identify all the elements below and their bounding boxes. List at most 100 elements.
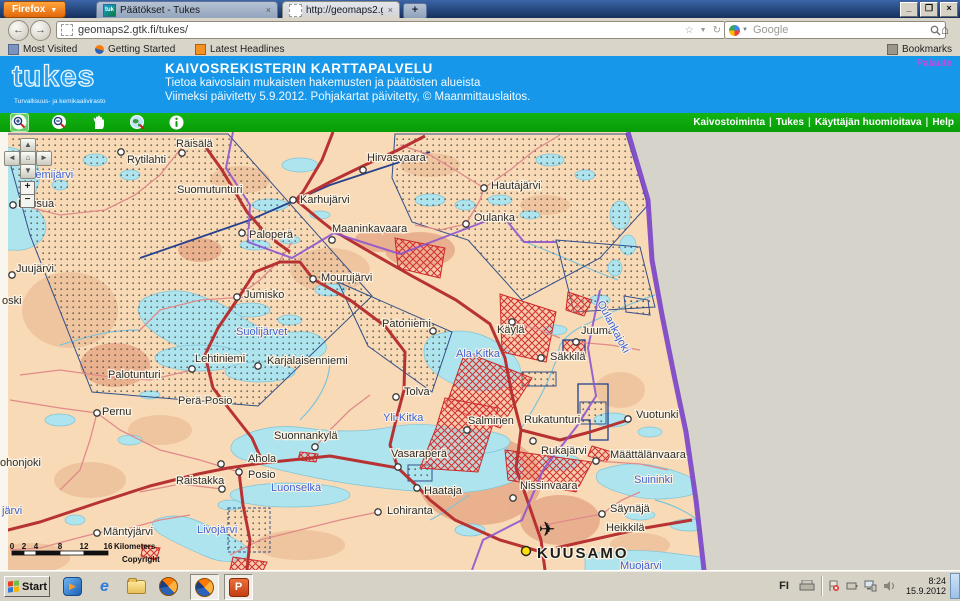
- close-tab-icon[interactable]: ×: [266, 5, 271, 15]
- map-label: KUUSAMO: [537, 545, 629, 562]
- toolbar-link-help[interactable]: Help: [932, 117, 954, 128]
- map-zoom-in-button[interactable]: +: [20, 181, 35, 195]
- action-center-flag-icon[interactable]: [828, 580, 840, 592]
- bookmark-most-visited[interactable]: Most Visited: [8, 43, 77, 55]
- map-label: Juujärvi: [16, 263, 54, 275]
- map-label: Mäntyjärvi: [103, 526, 153, 538]
- scalebar-tick-label: 16: [104, 542, 113, 551]
- pan-left-button[interactable]: ◄: [4, 151, 20, 166]
- internet-explorer-icon[interactable]: e: [94, 576, 115, 597]
- tray-separator: [821, 576, 822, 596]
- bookmark-star-icon[interactable]: ☆: [685, 25, 694, 36]
- map-label: Nissinvaara: [520, 480, 578, 492]
- map-label: Jumisko: [244, 289, 284, 301]
- zoom-in-tool-icon[interactable]: [10, 113, 29, 132]
- url-bar[interactable]: geomaps2.gtk.fi/tukes/ ☆ ▼ ↻: [56, 21, 726, 39]
- browser-navbar: ← → geomaps2.gtk.fi/tukes/ ☆ ▼ ↻ ▼ Googl…: [0, 18, 960, 43]
- reload-icon[interactable]: ↻: [713, 25, 721, 36]
- tab-geomaps[interactable]: http://geomaps2.gtk.fi/tukes/ ×: [282, 1, 400, 18]
- powerpoint-window-button[interactable]: P: [224, 574, 253, 600]
- feedback-link[interactable]: Palaute: [916, 58, 952, 69]
- firefox-icon: [95, 45, 104, 54]
- search-box[interactable]: ▼ Google: [724, 21, 946, 39]
- minimize-button[interactable]: _: [900, 2, 918, 17]
- speaker-icon[interactable]: [883, 580, 896, 592]
- firefox-menu-button[interactable]: Firefox▼: [3, 1, 66, 18]
- map-place-marker: [94, 530, 100, 536]
- scalebar-tick-label: 0: [10, 542, 15, 551]
- map-label: Lohiranta: [387, 505, 434, 517]
- new-tab-button[interactable]: +: [403, 3, 427, 19]
- tukes-logo-tagline: Turvallisuus- ja kemikaalivirasto: [14, 98, 106, 105]
- map-label: Karjalaisenniemi: [267, 355, 348, 367]
- map-label: Oulanka: [474, 212, 516, 224]
- start-button[interactable]: Start: [4, 576, 50, 597]
- map-place-marker: [218, 461, 224, 467]
- network-icon[interactable]: [864, 580, 877, 592]
- forward-button[interactable]: →: [30, 20, 51, 41]
- window-titlebar: Firefox▼ tuk Päätökset - Tukes × http://…: [0, 0, 960, 18]
- language-indicator[interactable]: FI: [775, 580, 793, 592]
- pan-tool-icon[interactable]: [90, 114, 107, 131]
- close-button[interactable]: ×: [940, 2, 958, 17]
- map-place-marker: [290, 197, 296, 203]
- pan-down-button[interactable]: ▼: [20, 164, 36, 179]
- toolbar-link-tukes[interactable]: Tukes: [776, 117, 804, 128]
- info-tool-icon[interactable]: [168, 114, 185, 131]
- scalebar-segment: [12, 551, 24, 555]
- url-text[interactable]: geomaps2.gtk.fi/tukes/: [78, 24, 685, 36]
- map-label: Ala-Kitka: [456, 348, 501, 360]
- map-place-marker: [118, 149, 124, 155]
- toolbar-link-kaivostoiminta[interactable]: Kaivostoiminta: [693, 117, 765, 128]
- site-identity-icon[interactable]: [61, 24, 73, 36]
- explorer-folder-icon[interactable]: [126, 576, 147, 597]
- map-canvas[interactable]: RäisäläRytilahtiSuomutunturiKemijärviLuu…: [0, 132, 960, 570]
- printer-icon[interactable]: [799, 580, 815, 592]
- media-player-icon[interactable]: ▶: [62, 576, 83, 597]
- bookmark-latest-headlines[interactable]: Latest Headlines: [195, 43, 285, 55]
- map-zoom-out-button[interactable]: −: [20, 194, 35, 208]
- show-desktop-button[interactable]: [950, 573, 960, 599]
- bookmarks-menu-button[interactable]: Bookmarks: [887, 43, 952, 55]
- search-placeholder[interactable]: Google: [753, 24, 930, 36]
- map-label: Säynäjä: [610, 503, 651, 515]
- scalebar-tick-label: 2: [22, 542, 27, 551]
- taskbar-clock[interactable]: 8:24 15.9.2012: [902, 576, 946, 596]
- close-tab-icon[interactable]: ×: [388, 5, 393, 15]
- site-header: tukes Turvallisuus- ja kemikaalivirasto …: [0, 56, 960, 113]
- overview-map-tool-icon[interactable]: [129, 114, 146, 131]
- map-label: Salminen: [468, 415, 514, 427]
- most-visited-icon: [8, 44, 19, 55]
- map-label: Mourujärvi: [321, 272, 372, 284]
- search-icon[interactable]: [930, 25, 941, 36]
- restore-button[interactable]: ❐: [920, 2, 938, 17]
- firefox-quicklaunch-icon[interactable]: [158, 576, 179, 597]
- map-copyright: Copyright: [122, 555, 160, 564]
- map-place-marker: [236, 469, 242, 475]
- map-place-marker: [9, 272, 15, 278]
- search-engine-dropdown-icon[interactable]: ▼: [742, 27, 748, 33]
- back-button[interactable]: ←: [8, 20, 29, 41]
- tab-paatokset[interactable]: tuk Päätökset - Tukes ×: [96, 1, 278, 18]
- battery-icon[interactable]: [846, 580, 858, 592]
- bookmark-getting-started[interactable]: Getting Started: [95, 43, 175, 55]
- map-place-marker: [510, 495, 516, 501]
- page-title: KAIVOSREKISTERIN KARTTAPALVELU: [165, 61, 433, 76]
- scalebar-tick-label: 8: [58, 542, 63, 551]
- map-label: ohonjoki: [0, 457, 41, 469]
- toolbar-link-k-ytt-j-n-huomioitava[interactable]: Käyttäjän huomioitava: [815, 117, 922, 128]
- home-button[interactable]: ⌂: [941, 22, 949, 37]
- tab-label: Päätökset - Tukes: [120, 5, 261, 16]
- google-icon: [729, 25, 740, 36]
- scalebar-segment: [24, 551, 36, 555]
- map-place-marker: [625, 416, 631, 422]
- pan-right-button[interactable]: ►: [36, 151, 52, 166]
- zoom-out-tool-icon[interactable]: [51, 114, 68, 131]
- map-label: Rytilahti: [127, 154, 166, 166]
- map-label: Posio: [248, 469, 276, 481]
- url-dropdown-icon[interactable]: ▼: [700, 27, 707, 34]
- map-viewport[interactable]: RäisäläRytilahtiSuomutunturiKemijärviLuu…: [0, 132, 960, 570]
- firefox-window-button[interactable]: [190, 574, 219, 600]
- map-label: järvi: [1, 505, 22, 517]
- map-label: Livojärvi: [197, 524, 237, 536]
